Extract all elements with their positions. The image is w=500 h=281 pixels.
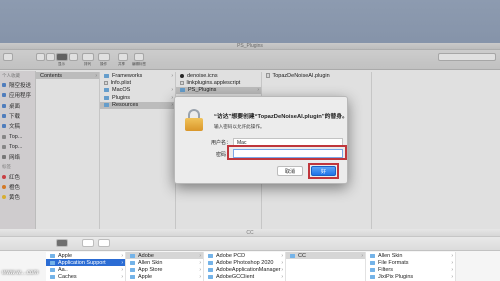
dialog-subtitle: 输入密码以允许此操作。 (214, 124, 265, 129)
password-highlight-box (227, 145, 347, 160)
chevron-right-icon: › (451, 266, 453, 273)
list-item[interactable]: AdobeApplicationManager › (204, 266, 285, 273)
list-item[interactable]: JixiPix Plugins › (366, 273, 455, 280)
chevron-right-icon: › (281, 273, 283, 280)
view-mode-column-button[interactable] (56, 239, 68, 247)
chevron-right-icon: › (451, 259, 453, 266)
folder-icon (208, 274, 213, 279)
folder-icon (130, 253, 135, 258)
folder-icon (130, 267, 135, 272)
chevron-right-icon: › (121, 273, 123, 280)
column-5: Allen Skin › File Formats › Filters › JixiP… (366, 252, 456, 281)
chevron-right-icon: › (361, 252, 363, 259)
chevron-right-icon: › (451, 252, 453, 259)
list-item[interactable]: Filters › (366, 266, 455, 273)
folder-icon (208, 267, 213, 272)
folder-icon (370, 274, 375, 279)
chevron-right-icon: › (121, 259, 123, 266)
chevron-right-icon: › (281, 252, 283, 259)
list-item[interactable]: Adobe › (126, 252, 203, 259)
folder-icon (208, 260, 213, 265)
chevron-right-icon: › (199, 273, 201, 280)
folder-icon (50, 267, 55, 272)
watermark-text: www.w....com (2, 270, 39, 276)
list-item[interactable]: Adobe Photoshop 2020 › (204, 259, 285, 266)
folder-icon (130, 260, 135, 265)
arrange-button[interactable] (82, 239, 94, 247)
ok-highlight-box (308, 163, 339, 179)
chevron-right-icon: › (199, 259, 201, 266)
chevron-right-icon: › (281, 259, 283, 266)
list-item[interactable]: Application Support › (46, 259, 125, 266)
auth-dialog: “访达”想要创建“TopazDeNoiseAI.plugin”的替身。 输入密码… (174, 96, 348, 184)
action-button[interactable] (98, 239, 110, 247)
chevron-right-icon: › (121, 266, 123, 273)
list-item[interactable]: AdobeGCClient › (204, 273, 285, 280)
column-1: Apple › Application Support › Aa.. › Caches… (46, 252, 126, 281)
cancel-button[interactable]: 取消 (277, 166, 303, 176)
folder-icon (50, 253, 55, 258)
folder-icon (370, 253, 375, 258)
list-item[interactable]: Caches › (46, 273, 125, 280)
chevron-right-icon: › (281, 266, 283, 273)
column-4: CC › (286, 252, 366, 281)
dialog-title: “访达”想要创建“TopazDeNoiseAI.plugin”的替身。 (214, 114, 348, 120)
column-2: Adobe › Allen Skin › App Store › Apple › (126, 252, 204, 281)
column-3: Adobe PCD › Adobe Photoshop 2020 › AdobeAp… (204, 252, 286, 281)
list-item[interactable]: Allen Skin › (126, 259, 203, 266)
folder-icon (130, 274, 135, 279)
folder-icon (208, 253, 213, 258)
finder-window-cc: CC Apple › Application Support › Aa.. › Cac… (0, 229, 500, 281)
list-item[interactable]: Adobe PCD › (204, 252, 285, 259)
list-item[interactable]: Apple › (126, 273, 203, 280)
window-titlebar[interactable]: CC (0, 229, 500, 237)
list-item[interactable]: CC › (286, 252, 365, 259)
list-item[interactable]: Allen Skin › (366, 252, 455, 259)
folder-icon (50, 274, 55, 279)
list-item[interactable]: File Formats › (366, 259, 455, 266)
finder-toolbar (0, 237, 500, 251)
folder-icon (290, 253, 295, 258)
folder-icon (370, 267, 375, 272)
list-item[interactable]: Apple › (46, 252, 125, 259)
window-title: CC (246, 229, 254, 236)
chevron-right-icon: › (199, 266, 201, 273)
lock-icon (185, 109, 203, 131)
folder-icon (50, 260, 55, 265)
chevron-right-icon: › (451, 273, 453, 280)
folder-icon (370, 260, 375, 265)
chevron-right-icon: › (199, 252, 201, 259)
list-item[interactable]: Aa.. › (46, 266, 125, 273)
list-item[interactable]: App Store › (126, 266, 203, 273)
chevron-right-icon: › (121, 252, 123, 259)
